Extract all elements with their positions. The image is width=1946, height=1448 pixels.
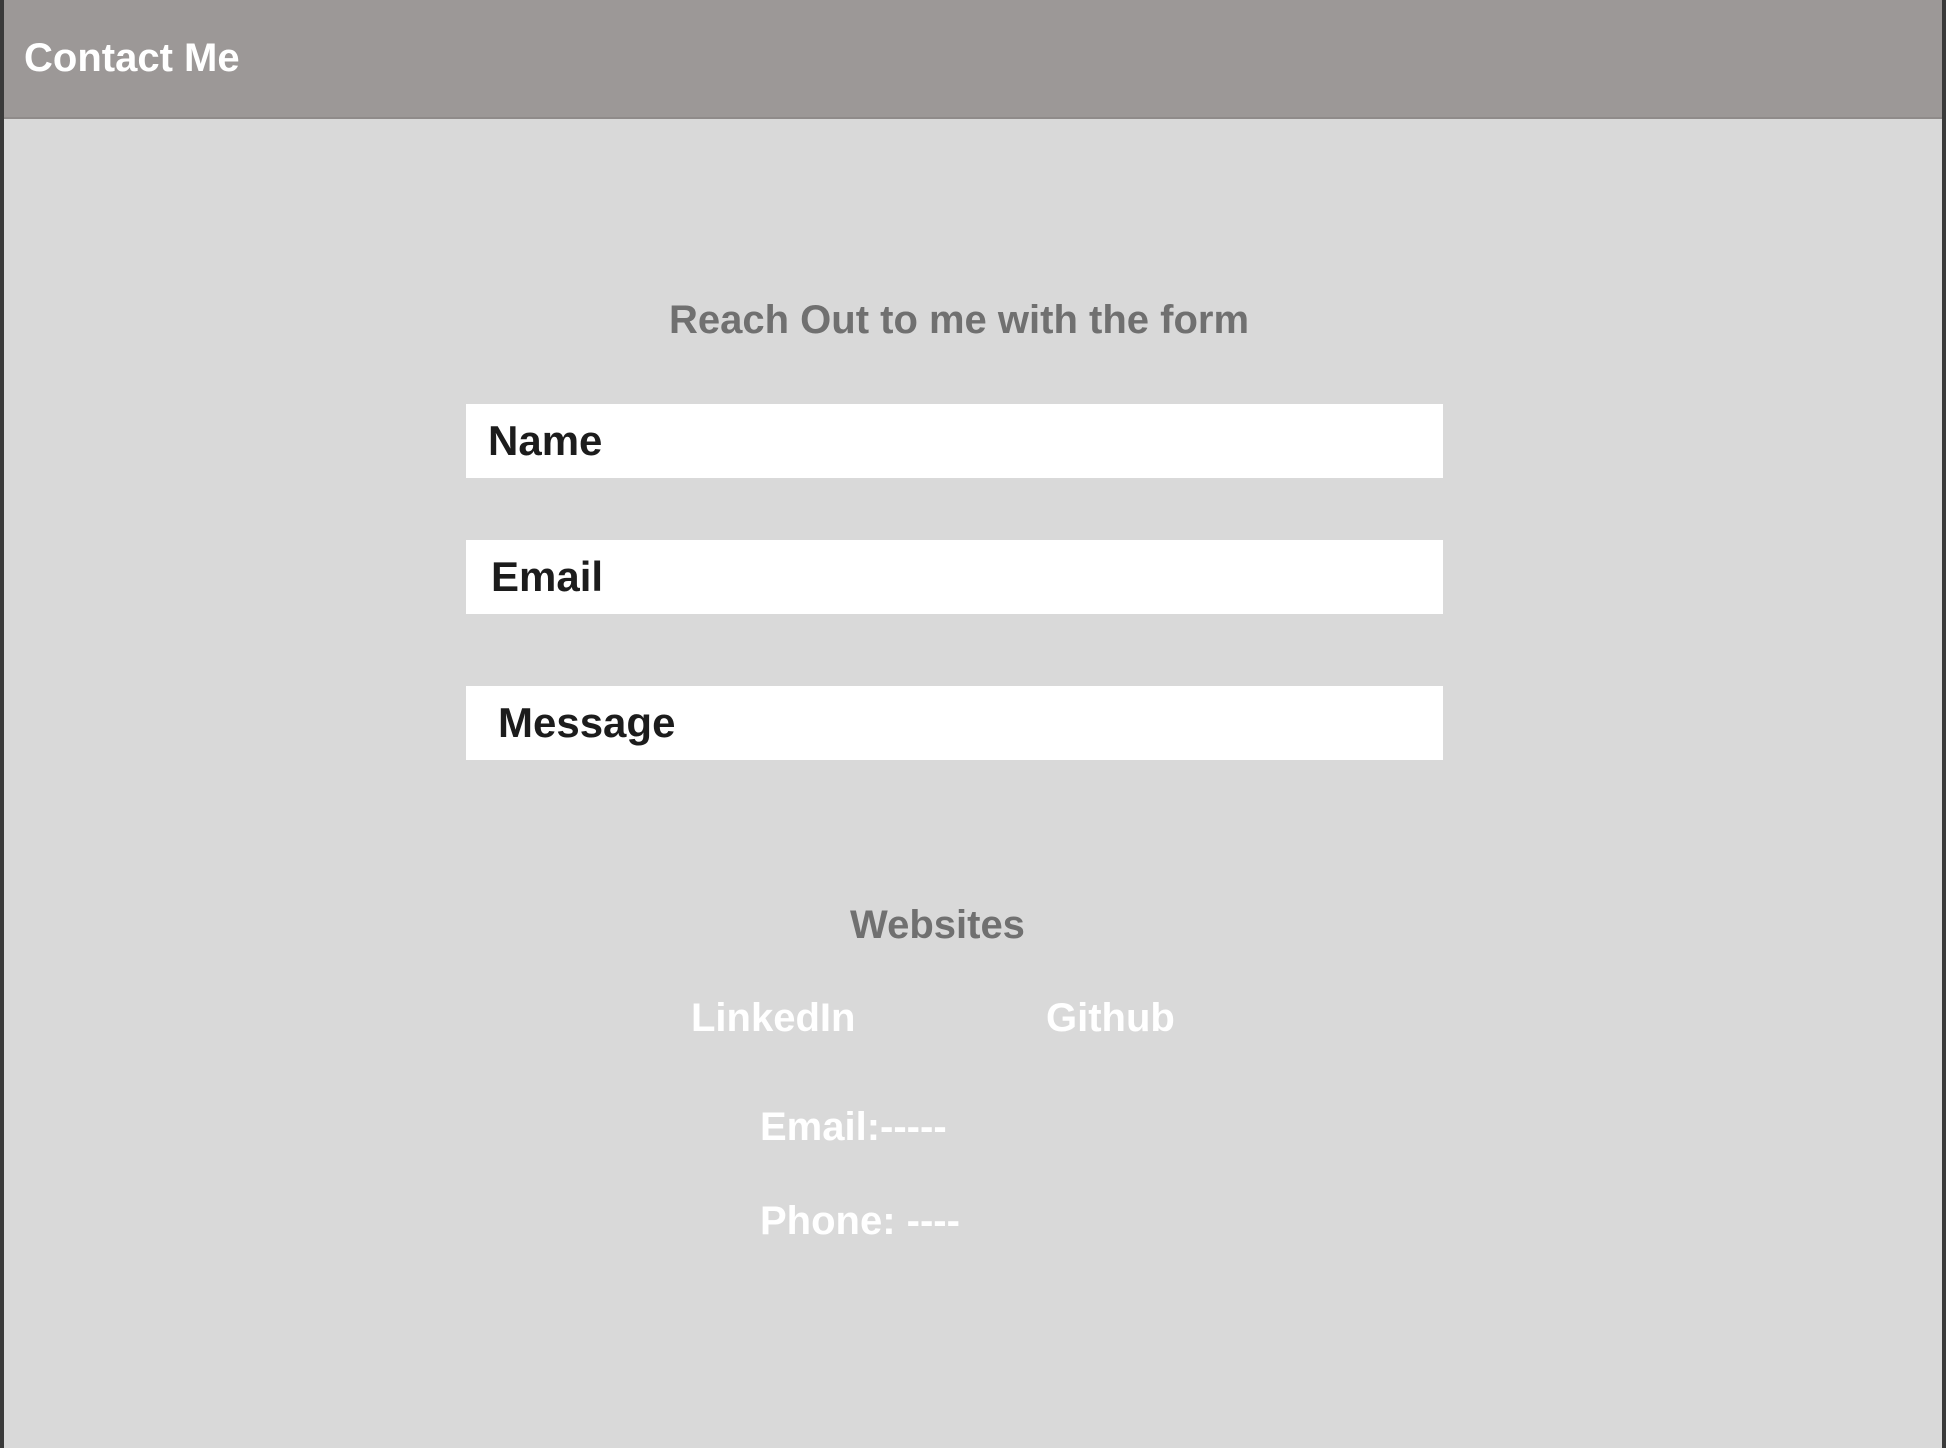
name-field-label: Name	[488, 417, 603, 464]
contact-page: Contact Me Reach Out to me with the form…	[4, 0, 1942, 1448]
page-header: Contact Me	[4, 0, 1942, 119]
message-field[interactable]: Message	[466, 686, 1443, 760]
email-field-label: Email	[491, 553, 604, 600]
contact-email: Email:-----	[760, 1105, 947, 1149]
name-field[interactable]: Name	[466, 404, 1443, 478]
github-link[interactable]: Github	[1046, 994, 1175, 1042]
message-field-label: Message	[498, 699, 676, 746]
linkedin-link[interactable]: LinkedIn	[691, 994, 855, 1042]
form-heading: Reach Out to me with the form	[668, 298, 1250, 342]
email-field[interactable]: Email	[466, 540, 1443, 614]
contact-phone: Phone: ----	[760, 1199, 960, 1243]
page-title: Contact Me	[24, 36, 240, 80]
websites-title: Websites	[850, 903, 1025, 947]
